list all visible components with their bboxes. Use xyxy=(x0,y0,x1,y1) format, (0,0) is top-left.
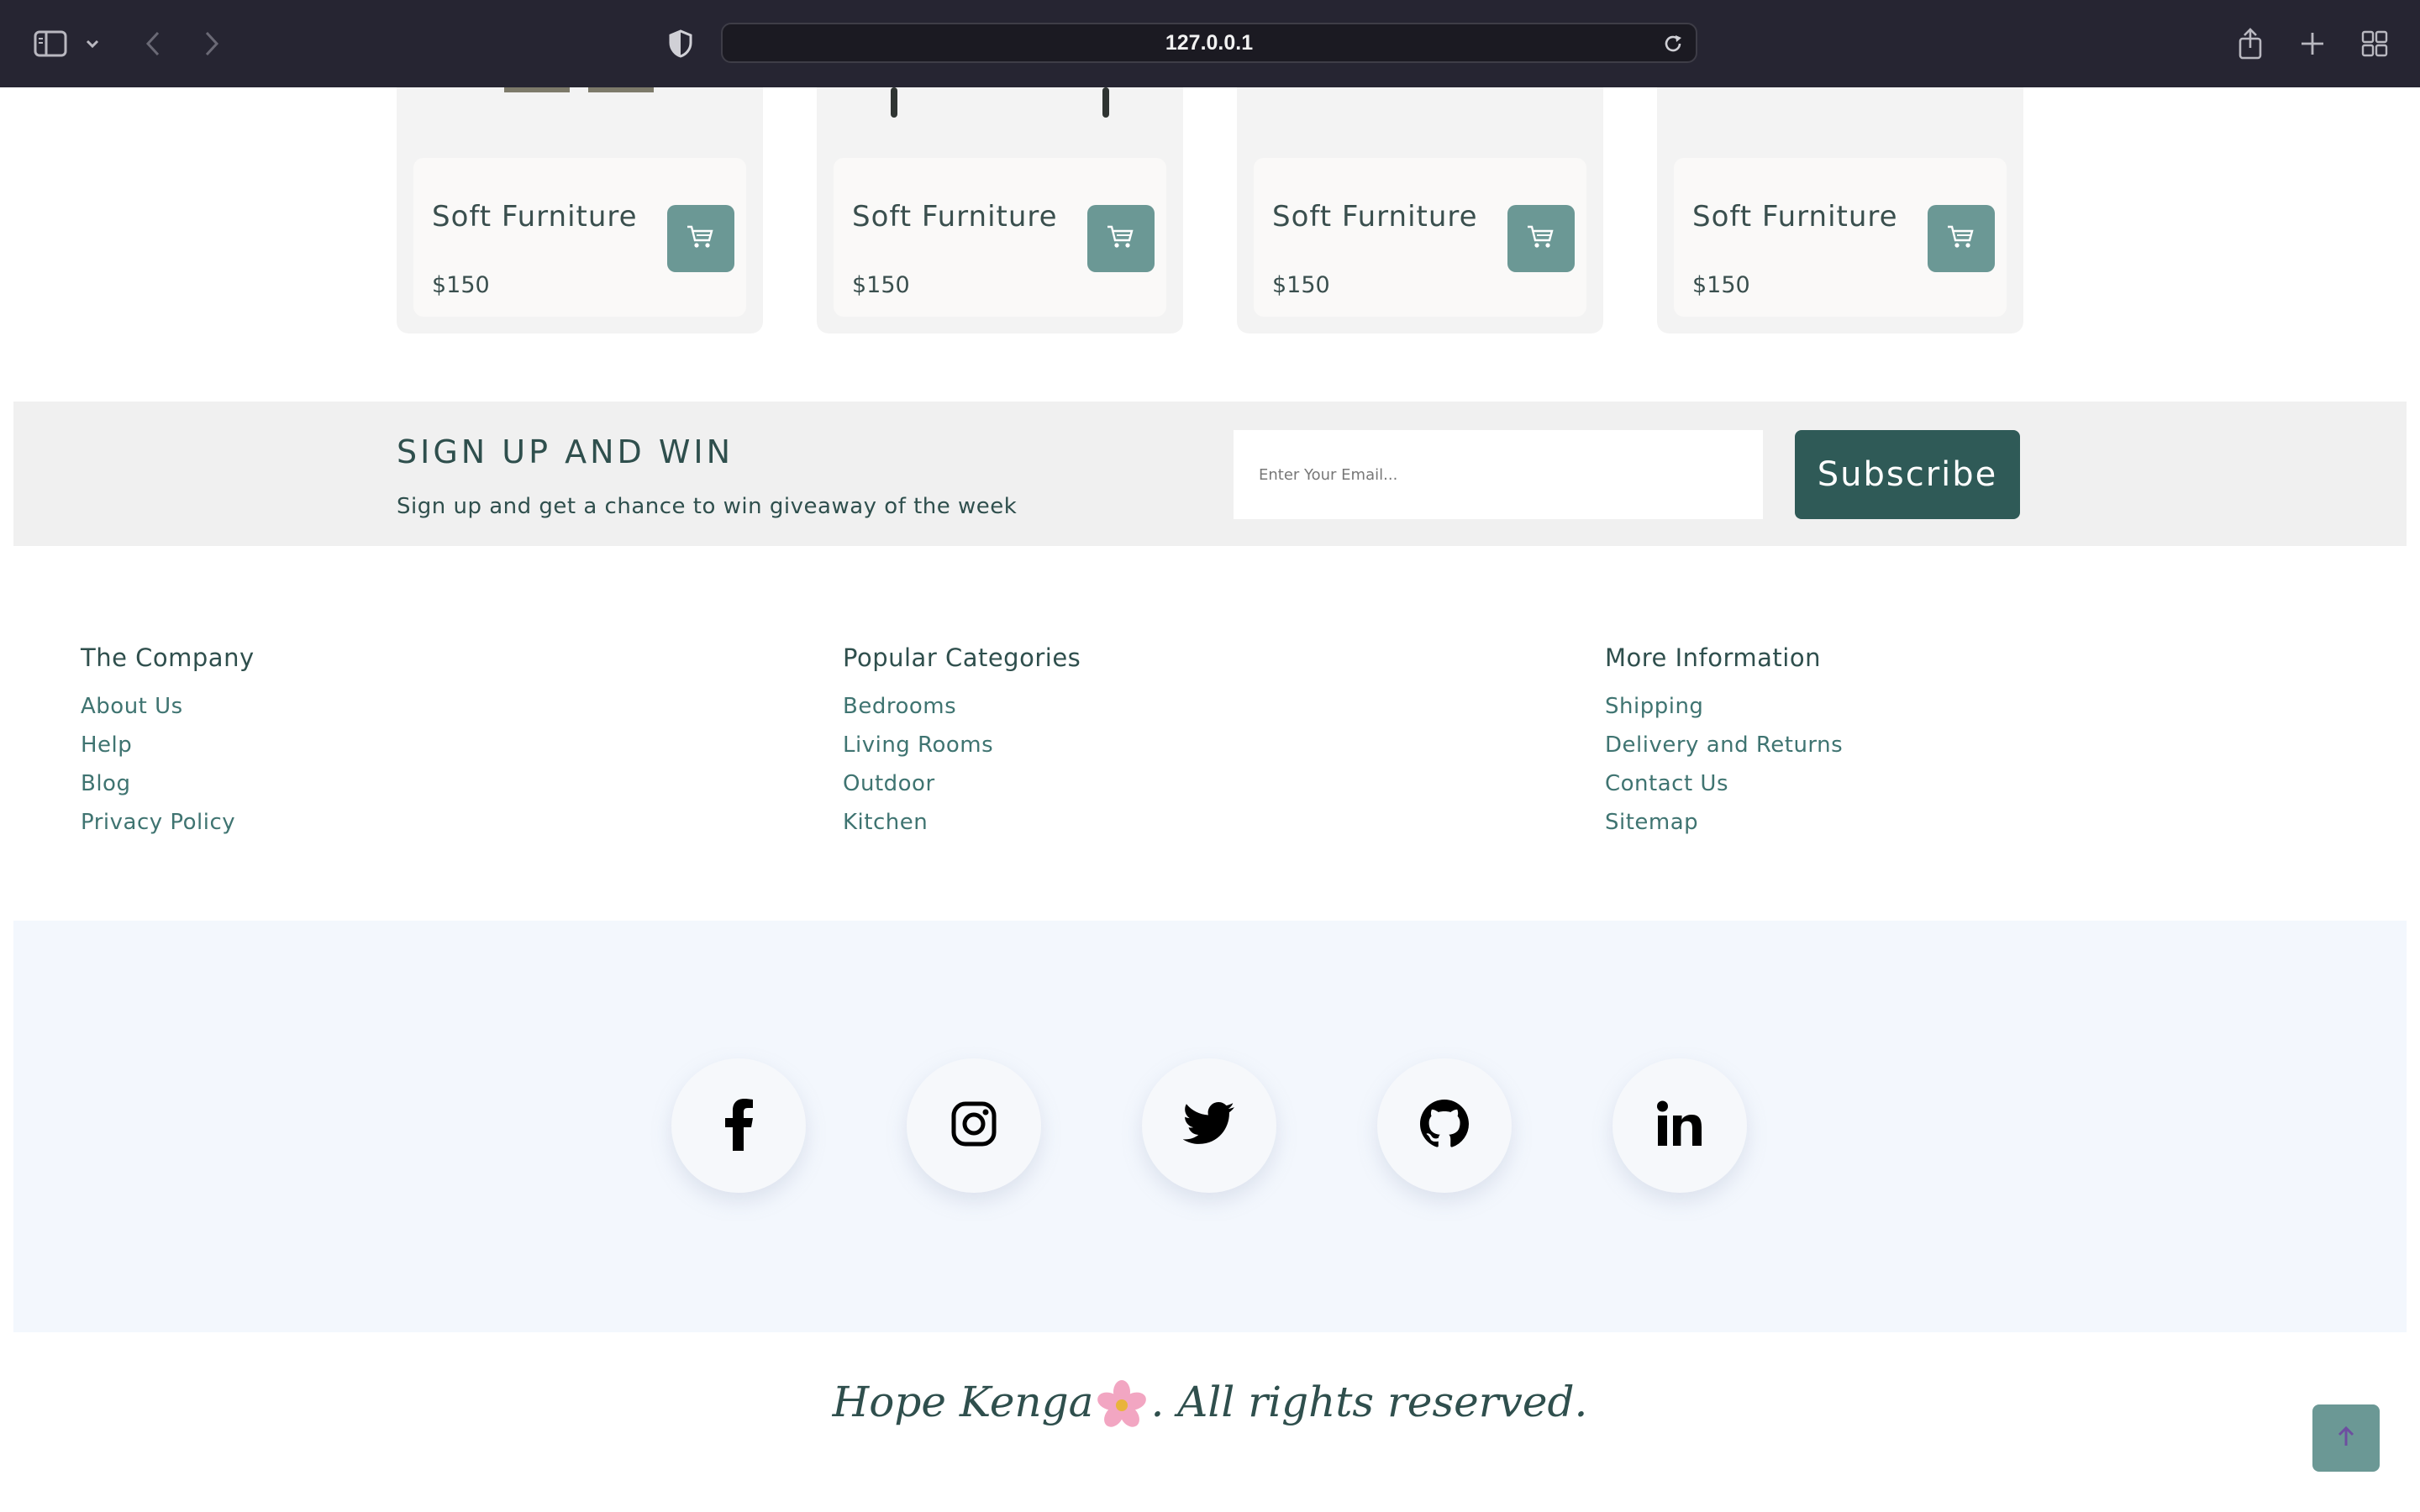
product-name: Soft Furniture xyxy=(1692,200,1898,234)
subscribe-button[interactable]: Subscribe xyxy=(1795,430,2020,519)
footer-heading: The Company xyxy=(81,643,255,672)
new-tab-icon[interactable] xyxy=(2291,22,2334,66)
newsletter-subtitle: Sign up and get a chance to win giveaway… xyxy=(397,494,1018,519)
tab-overview-icon[interactable] xyxy=(2353,22,2396,66)
product-card[interactable]: Soft Furniture $150 xyxy=(1657,87,2023,333)
footer-column-company: The Company About Us Help Blog Privacy P… xyxy=(81,640,255,842)
footer-link[interactable]: About Us xyxy=(81,687,255,726)
add-to-cart-button[interactable] xyxy=(1507,205,1575,272)
twitter-icon xyxy=(1182,1102,1235,1149)
cart-icon xyxy=(1947,224,1975,253)
newsletter-title: SIGN UP AND WIN xyxy=(397,433,734,470)
reload-icon[interactable] xyxy=(1662,33,1684,55)
facebook-link[interactable] xyxy=(671,1058,806,1193)
linkedin-link[interactable] xyxy=(1612,1058,1747,1193)
product-image xyxy=(817,87,1183,158)
footer-link[interactable]: Delivery and Returns xyxy=(1605,726,1843,764)
product-price: $150 xyxy=(1692,272,1750,298)
back-to-top-button[interactable] xyxy=(2312,1404,2380,1472)
add-to-cart-button[interactable] xyxy=(1928,205,1995,272)
add-to-cart-button[interactable] xyxy=(1087,205,1155,272)
product-card[interactable]: Soft Furniture $150 xyxy=(1237,87,1603,333)
chevron-down-icon[interactable] xyxy=(76,22,109,66)
product-info: Soft Furniture $150 xyxy=(834,158,1166,317)
footer-column-information: More Information Shipping Delivery and R… xyxy=(1605,640,1843,842)
add-to-cart-button[interactable] xyxy=(667,205,734,272)
product-name: Soft Furniture xyxy=(852,200,1058,234)
footer-link[interactable]: Blog xyxy=(81,764,255,803)
footer-link[interactable]: Help xyxy=(81,726,255,764)
footer-link[interactable]: Outdoor xyxy=(843,764,1081,803)
product-info: Soft Furniture $150 xyxy=(1254,158,1586,317)
copyright: Hope Kenga . All rights reserved. xyxy=(0,1378,2420,1431)
email-field[interactable] xyxy=(1234,430,1763,519)
browser-toolbar: 127.0.0.1 xyxy=(0,0,2420,87)
footer-link[interactable]: Contact Us xyxy=(1605,764,1843,803)
footer-link[interactable]: Privacy Policy xyxy=(81,803,255,842)
cart-icon xyxy=(1527,224,1555,253)
cart-icon xyxy=(687,224,715,253)
footer-link[interactable]: Shipping xyxy=(1605,687,1843,726)
url-text: 127.0.0.1 xyxy=(1165,31,1254,55)
product-price: $150 xyxy=(852,272,910,298)
sidebar-toggle-icon[interactable] xyxy=(29,22,72,66)
product-info: Soft Furniture $150 xyxy=(413,158,746,317)
product-price: $150 xyxy=(1272,272,1330,298)
arrow-up-icon xyxy=(2336,1425,2356,1451)
footer-column-categories: Popular Categories Bedrooms Living Rooms… xyxy=(843,640,1081,842)
share-icon[interactable] xyxy=(2228,22,2272,66)
footer-link[interactable]: Kitchen xyxy=(843,803,1081,842)
copyright-author: Hope Kenga xyxy=(832,1378,1094,1426)
product-name: Soft Furniture xyxy=(432,200,638,234)
forward-icon[interactable] xyxy=(190,22,234,66)
product-image xyxy=(397,87,763,158)
instagram-link[interactable] xyxy=(907,1058,1041,1193)
product-card[interactable]: Soft Furniture $150 xyxy=(397,87,763,333)
product-name: Soft Furniture xyxy=(1272,200,1478,234)
flower-icon xyxy=(1095,1380,1149,1431)
github-icon xyxy=(1419,1100,1470,1152)
github-link[interactable] xyxy=(1377,1058,1512,1193)
footer-link[interactable]: Sitemap xyxy=(1605,803,1843,842)
cart-icon xyxy=(1107,224,1135,253)
footer-link[interactable]: Bedrooms xyxy=(843,687,1081,726)
social-links-section xyxy=(13,921,2407,1332)
address-bar[interactable]: 127.0.0.1 xyxy=(721,23,1697,63)
linkedin-icon xyxy=(1656,1100,1703,1151)
newsletter-section: SIGN UP AND WIN Sign up and get a chance… xyxy=(13,402,2407,546)
footer-link[interactable]: Living Rooms xyxy=(843,726,1081,764)
copyright-text: . All rights reserved. xyxy=(1150,1378,1588,1426)
product-info: Soft Furniture $150 xyxy=(1674,158,2007,317)
product-card[interactable]: Soft Furniture $150 xyxy=(817,87,1183,333)
instagram-icon xyxy=(950,1100,997,1151)
product-price: $150 xyxy=(432,272,490,298)
footer-heading: Popular Categories xyxy=(843,643,1081,672)
privacy-shield-icon[interactable] xyxy=(659,22,702,66)
footer-heading: More Information xyxy=(1605,643,1821,672)
twitter-link[interactable] xyxy=(1142,1058,1276,1193)
back-icon[interactable] xyxy=(131,22,175,66)
facebook-icon xyxy=(722,1097,755,1154)
